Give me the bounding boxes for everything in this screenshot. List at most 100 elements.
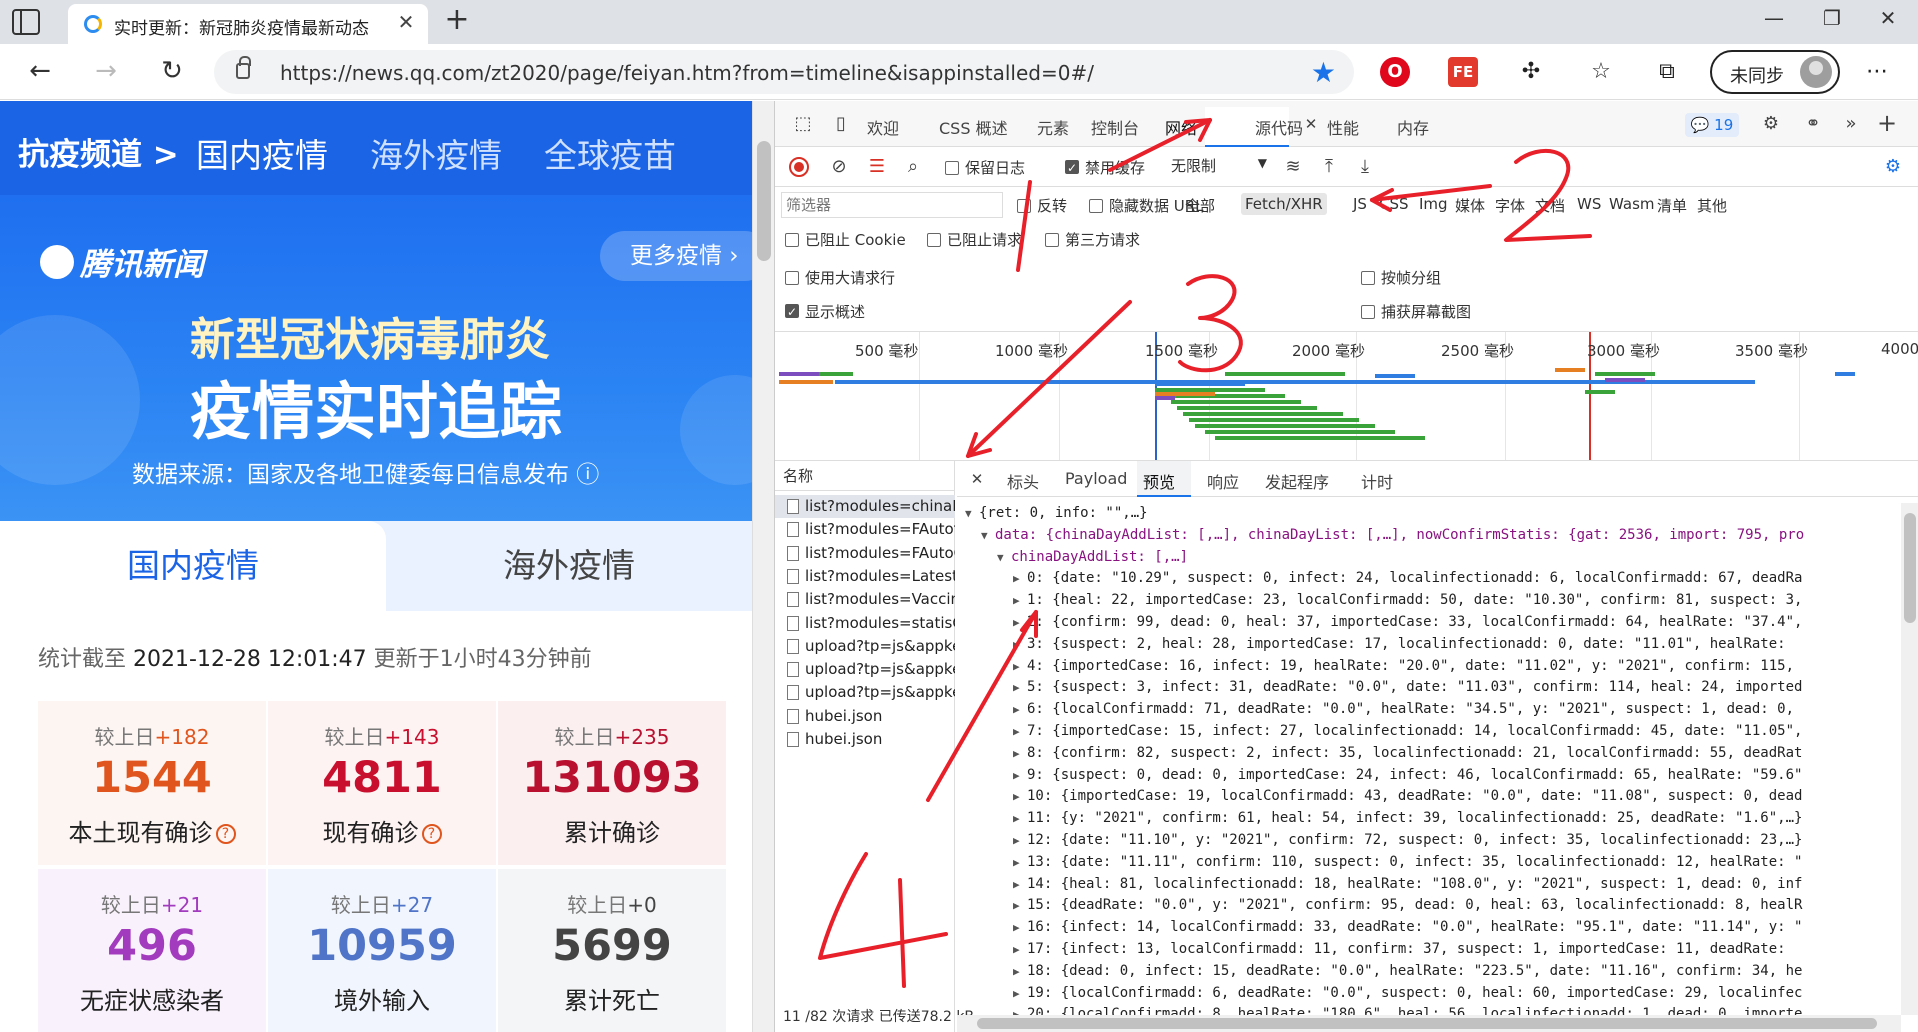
devtools-tab[interactable]: 元素 (1037, 115, 1069, 139)
json-line[interactable]: ▶ 5: {suspect: 3, infect: 31, deadRate: "… (1013, 677, 1802, 697)
collapsed-triangle-icon[interactable]: ▶ (1013, 984, 1027, 1004)
restore-icon[interactable]: ❐ (1812, 6, 1852, 36)
fe-extension-icon[interactable]: FE (1448, 57, 1478, 87)
stat-card[interactable]: 较上日+0 5699 累计死亡 (498, 869, 726, 1032)
json-line[interactable]: ▶ 20: {localConfirmadd: 8, healRate: "180… (1013, 1004, 1802, 1015)
collapsed-triangle-icon[interactable]: ▶ (1013, 896, 1027, 916)
third-party-checkbox[interactable]: 第三方请求 (1045, 229, 1140, 250)
collapsed-triangle-icon[interactable]: ▶ (1013, 613, 1027, 633)
type-filter[interactable]: 文档 (1535, 195, 1565, 216)
opera-extension-icon[interactable]: O (1380, 57, 1410, 87)
json-line[interactable]: ▶ 16: {infect: 14, localConfirmadd: 33, d… (1013, 917, 1802, 937)
json-line[interactable]: ▶ 0: {date: "10.29", suspect: 0, infect: … (1013, 568, 1802, 588)
search-icon[interactable]: ⌕ (901, 155, 925, 179)
throttle-select[interactable]: 无限制 (1171, 155, 1267, 179)
preview-vertical-thumb[interactable] (1904, 513, 1916, 623)
collapsed-triangle-icon[interactable]: ▶ (1013, 831, 1027, 851)
detail-tab[interactable]: Payload (1065, 469, 1127, 488)
filter-icon[interactable]: ☰ (865, 155, 889, 179)
import-har-icon[interactable]: ⤒ (1317, 155, 1341, 179)
detail-tab[interactable]: 计时 (1361, 469, 1393, 493)
collapsed-triangle-icon[interactable]: ▶ (1013, 744, 1027, 764)
collapsed-triangle-icon[interactable]: ▶ (1013, 875, 1027, 895)
channel-link[interactable]: 抗疫频道 > (18, 129, 179, 174)
request-row[interactable]: upload?tp=js&appkey= (775, 681, 955, 704)
collapsed-triangle-icon[interactable]: ▶ (1013, 962, 1027, 982)
preview-vertical-scrollbar[interactable] (1901, 503, 1918, 1015)
type-filter[interactable]: JS (1353, 195, 1367, 213)
new-tab-button[interactable]: + (440, 4, 474, 38)
preview-horizontal-thumb[interactable] (977, 1018, 1877, 1029)
devtools-tab[interactable]: 内存 (1397, 115, 1429, 139)
json-line[interactable]: ▶ 8: {confirm: 82, suspect: 2, infect: 35… (1013, 743, 1802, 763)
stat-card[interactable]: 较上日+182 1544 本土现有确诊? (38, 701, 266, 865)
feedback-icon[interactable]: ⚭ (1801, 112, 1825, 136)
filter-input[interactable]: 筛选器 (781, 192, 1003, 218)
clear-icon[interactable]: ⊘ (827, 155, 851, 179)
collapsed-triangle-icon[interactable]: ▶ (1013, 678, 1027, 698)
favorites-list-icon[interactable]: ☆ (1586, 57, 1616, 87)
request-row[interactable]: hubei.json (775, 705, 955, 728)
request-row[interactable]: hubei.json (775, 728, 955, 751)
collapsed-triangle-icon[interactable]: ▶ (1013, 591, 1027, 611)
json-line[interactable]: ▶ 13: {date: "11.11", confirm: 110, suspe… (1013, 852, 1802, 872)
collapsed-triangle-icon[interactable]: ▶ (1013, 1005, 1027, 1015)
nav-item-vaccine[interactable]: 全球疫苗 (544, 129, 676, 177)
request-row[interactable]: list?modules=statisGradeCity (775, 612, 955, 635)
type-filter[interactable]: CSS (1379, 195, 1409, 213)
type-filter[interactable]: 其他 (1697, 195, 1727, 216)
type-filter[interactable]: 全部 (1185, 195, 1215, 216)
large-rows-checkbox[interactable]: 使用大请求行 (785, 267, 895, 288)
json-line[interactable]: ▶ 10: {importedCase: 19, localConfirmadd:… (1013, 786, 1802, 806)
type-filter[interactable]: 字体 (1495, 195, 1525, 216)
forward-icon[interactable]: → (88, 54, 124, 90)
preview-horizontal-scrollbar[interactable] (957, 1015, 1901, 1032)
tab-overseas[interactable]: 海外疫情 (386, 521, 752, 611)
json-line[interactable]: ▶ 15: {deadRate: "0.0", y: "2021", confir… (1013, 895, 1802, 915)
json-line[interactable]: ▶ 17: {infect: 13, localConfirmadd: 11, c… (1013, 939, 1786, 959)
request-row[interactable]: upload?tp=js&appkey= (775, 658, 955, 681)
request-row[interactable]: list?modules=chinaDayList (775, 495, 955, 518)
tab-actions-icon[interactable] (12, 9, 40, 35)
device-toolbar-icon[interactable]: ▯ (829, 112, 853, 136)
close-window-icon[interactable]: ✕ (1868, 6, 1908, 36)
request-row[interactable]: list?modules=LatestDataInfo (775, 565, 955, 588)
browser-tab[interactable]: 实时更新：新冠肺炎疫情最新动态 ✕ (68, 4, 428, 44)
request-row[interactable]: list?modules=VaccineTopData (775, 588, 955, 611)
json-line[interactable]: ▶ 6: {localConfirmadd: 71, deadRate: "0.0… (1013, 699, 1794, 719)
minimize-icon[interactable]: — (1754, 6, 1794, 36)
detail-tab[interactable]: 预览 (1143, 469, 1175, 493)
sync-profile-button[interactable]: 未同步 (1710, 50, 1840, 94)
json-line[interactable]: ▶ 12: {date: "11.10", y: "2021", confirm:… (1013, 830, 1802, 850)
json-line[interactable]: ▶ 1: {heal: 22, importedCase: 23, localCo… (1013, 590, 1802, 610)
refresh-icon[interactable]: ↻ (154, 54, 190, 90)
json-line[interactable]: ▶ 3: {suspect: 2, heal: 28, importedCase:… (1013, 634, 1786, 654)
inspect-element-icon[interactable]: ⬚ (791, 112, 815, 136)
devtools-tab[interactable]: 欢迎 (867, 115, 899, 139)
request-row[interactable]: list?modules=FAutoCountry (775, 542, 955, 565)
page-scrollbar-thumb[interactable] (757, 141, 771, 261)
type-filter[interactable]: WS (1577, 195, 1601, 213)
show-overview-checkbox[interactable]: 显示概述 (785, 301, 865, 322)
invert-checkbox[interactable]: 反转 (1017, 195, 1067, 216)
lock-icon[interactable] (236, 56, 251, 79)
json-line[interactable]: ▶ 7: {importedCase: 15, infect: 27, local… (1013, 721, 1802, 741)
type-filter[interactable]: Wasm (1609, 195, 1655, 213)
devtools-tab[interactable]: 网络 (1165, 115, 1197, 139)
collapsed-triangle-icon[interactable]: ▶ (1013, 766, 1027, 786)
collapsed-triangle-icon[interactable]: ▶ (1013, 853, 1027, 873)
json-line[interactable]: ▶ 2: {confirm: 99, dead: 0, heal: 37, imp… (1013, 612, 1802, 632)
name-column-header[interactable]: 名称 (775, 461, 955, 491)
json-line[interactable]: ▶ 9: {suspect: 0, dead: 0, importedCase: … (1013, 765, 1802, 785)
network-conditions-icon[interactable]: ≋ (1281, 155, 1305, 179)
nav-item-overseas[interactable]: 海外疫情 (370, 129, 502, 177)
detail-tab[interactable]: 发起程序 (1265, 469, 1329, 493)
devtools-tab[interactable]: 源代码 (1255, 115, 1303, 139)
collapsed-triangle-icon[interactable]: ▶ (1013, 787, 1027, 807)
collapsed-triangle-icon[interactable]: ▶ (1013, 940, 1027, 960)
add-tab-icon[interactable]: + (1875, 111, 1899, 135)
stat-card[interactable]: 较上日+27 10959 境外输入 (268, 869, 496, 1032)
collapsed-triangle-icon[interactable]: ▶ (1013, 635, 1027, 655)
json-line[interactable]: ▶ 18: {dead: 0, infect: 15, deadRate: "0.… (1013, 961, 1802, 981)
export-har-icon[interactable]: ⤓ (1353, 155, 1377, 179)
